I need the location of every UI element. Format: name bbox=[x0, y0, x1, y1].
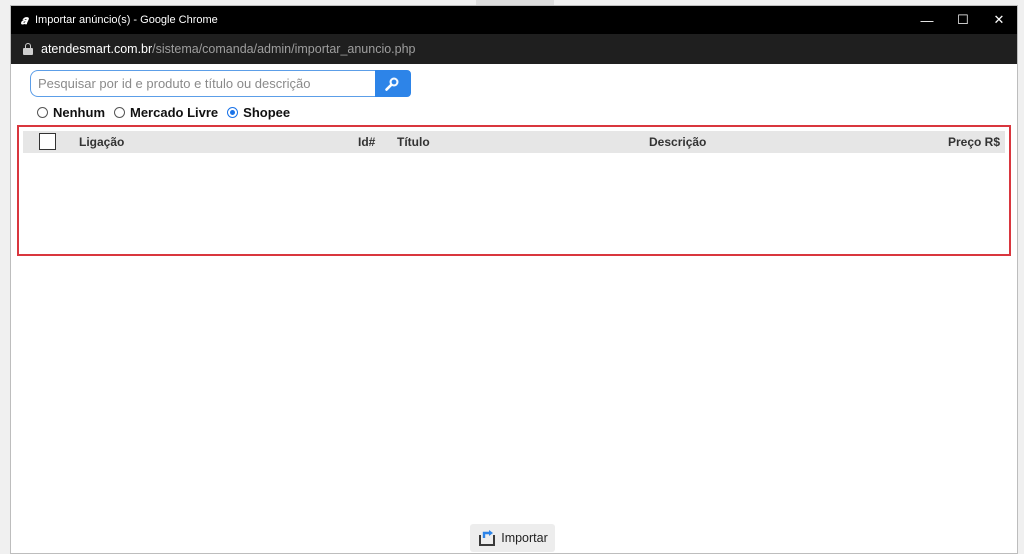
column-header-titulo[interactable]: Título bbox=[397, 135, 430, 149]
column-header-preco[interactable]: Preço R$ bbox=[948, 135, 1000, 149]
radio-button[interactable] bbox=[37, 107, 48, 118]
radio-label: Mercado Livre bbox=[130, 105, 219, 120]
column-header-ligacao[interactable]: Ligação bbox=[79, 135, 124, 149]
title-bar: 𝒂 Importar anúncio(s) - Google Chrome — … bbox=[11, 6, 1017, 34]
radio-label: Nenhum bbox=[53, 105, 105, 120]
radio-mercado-livre[interactable]: Mercado Livre bbox=[114, 105, 218, 120]
page-favicon-icon: 𝒂 bbox=[20, 12, 28, 27]
url-path: /sistema/comanda/admin/importar_anuncio.… bbox=[152, 42, 416, 56]
window-title: Importar anúncio(s) - Google Chrome bbox=[35, 14, 218, 26]
address-bar[interactable]: atendesmart.com.br/sistema/comanda/admin… bbox=[11, 34, 1017, 64]
search-bar bbox=[30, 70, 411, 97]
radio-label: Shopee bbox=[243, 105, 291, 120]
radio-button[interactable] bbox=[114, 107, 125, 118]
radio-shopee[interactable]: Shopee bbox=[227, 105, 290, 120]
url-host: atendesmart.com.br bbox=[41, 42, 153, 56]
column-header-descricao[interactable]: Descrição bbox=[649, 135, 706, 149]
search-icon bbox=[385, 77, 399, 91]
marketplace-filter: Nenhum Mercado Livre Shopee bbox=[37, 105, 299, 120]
radio-button-selected[interactable] bbox=[227, 107, 239, 118]
import-icon bbox=[479, 530, 496, 546]
lock-icon bbox=[23, 43, 33, 55]
select-all-checkbox[interactable] bbox=[39, 133, 56, 150]
listings-table: Ligação Id# Título Descrição Preço R$ bbox=[17, 125, 1011, 256]
search-input[interactable] bbox=[30, 70, 375, 97]
radio-nenhum[interactable]: Nenhum bbox=[37, 105, 105, 120]
popup-window: 𝒂 Importar anúncio(s) - Google Chrome — … bbox=[10, 5, 1018, 554]
import-button-label: Importar bbox=[501, 531, 548, 545]
search-button[interactable] bbox=[375, 70, 411, 97]
close-button[interactable]: ✕ bbox=[981, 6, 1017, 34]
minimize-button[interactable]: — bbox=[909, 6, 945, 34]
maximize-button[interactable]: ☐ bbox=[945, 6, 981, 34]
table-header: Ligação Id# Título Descrição Preço R$ bbox=[23, 131, 1005, 153]
import-button[interactable]: Importar bbox=[470, 524, 555, 552]
page-content: Nenhum Mercado Livre Shopee Ligação Id# … bbox=[11, 64, 1017, 553]
column-header-id[interactable]: Id# bbox=[358, 135, 375, 149]
